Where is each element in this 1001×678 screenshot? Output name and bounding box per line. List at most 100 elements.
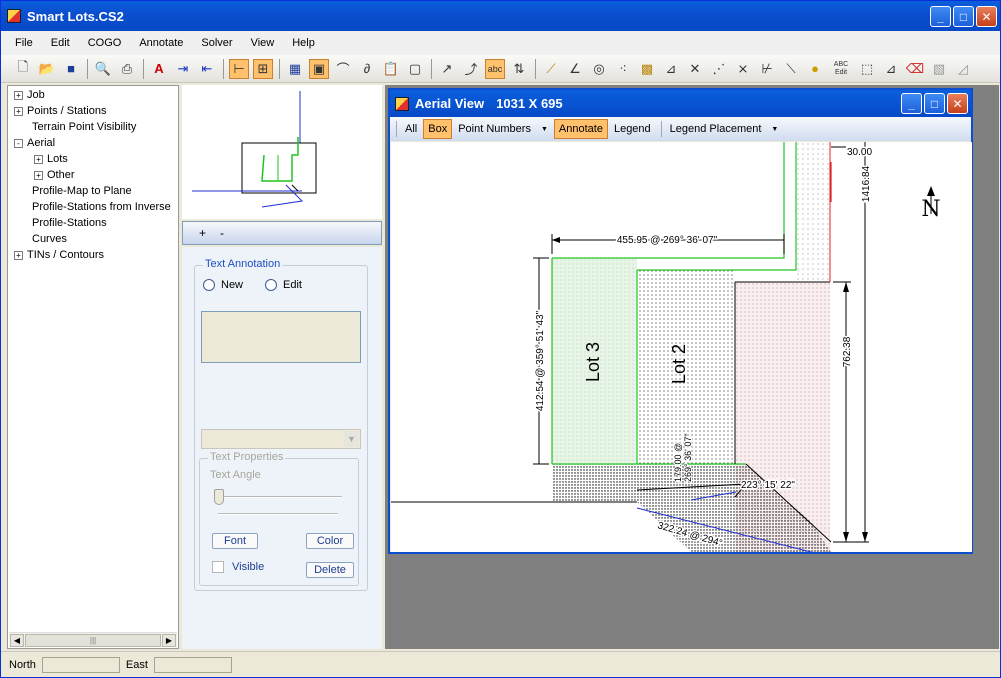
expand-icon[interactable]: + [34, 154, 43, 164]
print-icon[interactable]: ⎙ [117, 59, 137, 79]
north-arrow-icon[interactable]: ⇅ [509, 59, 529, 79]
save-icon[interactable]: ■ [61, 59, 81, 79]
tree-item-points[interactable]: + Points / Stations [14, 105, 107, 117]
dots-icon[interactable]: ⁖ [613, 59, 633, 79]
font-button[interactable]: Font [212, 533, 258, 549]
scroll-thumb[interactable]: ||| [25, 634, 161, 647]
new-radio[interactable]: New [203, 279, 243, 291]
plus-button[interactable]: + [199, 226, 206, 240]
menu-view[interactable]: View [251, 37, 275, 49]
line-icon[interactable]: ↗ [437, 59, 457, 79]
delete-button[interactable]: Delete [306, 562, 354, 578]
new-file-icon[interactable]: 🗋 [13, 59, 33, 79]
open-folder-icon[interactable]: 📂 [37, 59, 57, 79]
tree-item-label: Terrain Point Visibility [32, 121, 137, 133]
point-numbers-dropdown-icon[interactable]: ▼ [537, 123, 552, 136]
box-button[interactable]: Box [423, 119, 453, 139]
minus-button[interactable]: - [220, 226, 224, 240]
legend-button[interactable]: Legend [610, 120, 655, 138]
arrow-left-icon[interactable]: ⇤ [197, 59, 217, 79]
tree-item-lots[interactable]: + Lots [34, 153, 68, 165]
tree-item-job[interactable]: + Job [14, 89, 45, 101]
chevron-down-icon[interactable]: ▼ [344, 431, 359, 447]
cross-icon[interactable]: ✕ [685, 59, 705, 79]
text-style-icon[interactable]: A [149, 59, 169, 79]
arrow-right-icon[interactable]: ⇥ [173, 59, 193, 79]
tree-item-label: Points / Stations [27, 105, 107, 117]
east-status-label: East [125, 658, 148, 671]
menu-solver[interactable]: Solver [201, 37, 232, 49]
grid-icon[interactable]: ▩ [637, 59, 657, 79]
angle-icon[interactable]: ∠ [565, 59, 585, 79]
tree-item-curves[interactable]: Curves [32, 233, 67, 245]
sketch-icon[interactable]: ⊿ [881, 59, 901, 79]
hatch-icon[interactable]: ▧ [929, 59, 949, 79]
maximize-button[interactable]: □ [953, 6, 974, 27]
window-select-icon[interactable]: ▣ [309, 58, 329, 79]
tree-item-label: Other [47, 169, 75, 181]
print-preview-icon[interactable]: 🔍 [93, 59, 113, 79]
legend-placement-dropdown-icon[interactable]: ▼ [767, 123, 782, 136]
menu-file[interactable]: File [15, 37, 33, 49]
curve-line-icon[interactable]: ⤴ [461, 59, 481, 79]
curve-icon[interactable]: ⌒ [333, 59, 353, 79]
child-minimize-button[interactable]: _ [901, 93, 922, 114]
paste-icon[interactable]: 📋 [381, 59, 401, 79]
north-status-label: North [9, 658, 36, 671]
angle-slider-thumb[interactable] [214, 489, 224, 505]
target-icon[interactable]: ◎ [589, 59, 609, 79]
minimize-button[interactable]: _ [930, 6, 951, 27]
legend-placement-button[interactable]: Legend Placement [666, 120, 766, 138]
tree-item-other[interactable]: + Other [34, 169, 75, 181]
annotation-dropdown[interactable]: ▼ [201, 429, 361, 449]
visible-checkbox[interactable]: Visible [212, 561, 264, 573]
tree-item-aerial[interactable]: - Aerial [14, 137, 55, 149]
offset-icon[interactable]: ⋰ [709, 59, 729, 79]
abc-icon[interactable]: abc [485, 58, 505, 79]
ruler-icon[interactable]: ⟍ [781, 59, 801, 79]
point-icon[interactable]: ● [805, 59, 825, 79]
intersect-icon[interactable]: ⨯ [733, 59, 753, 79]
expand-icon[interactable]: + [14, 250, 23, 260]
frame-icon[interactable]: ▢ [405, 59, 425, 79]
expand-icon[interactable]: + [34, 170, 43, 180]
triangle-icon[interactable]: ◿ [953, 59, 973, 79]
polyline-icon[interactable]: ⊿ [661, 59, 681, 79]
tree-view-icon[interactable]: ⊢ [229, 58, 249, 79]
menu-edit[interactable]: Edit [51, 37, 70, 49]
expand-icon[interactable]: + [14, 90, 23, 100]
color-button[interactable]: Color [306, 533, 354, 549]
spiral-icon[interactable]: ∂ [357, 59, 377, 79]
menu-cogo[interactable]: COGO [88, 37, 122, 49]
expand-icon[interactable]: + [14, 106, 23, 116]
erase-icon[interactable]: ⌫ [905, 59, 925, 79]
bearing-icon[interactable]: ⊬ [757, 59, 777, 79]
tree-item-terrain[interactable]: Terrain Point Visibility [32, 121, 136, 133]
tree-horizontal-scrollbar[interactable]: ◀ ||| ▶ [9, 632, 177, 647]
overview-map[interactable] [182, 85, 382, 219]
scroll-right-icon[interactable]: ▶ [162, 634, 176, 647]
annotate-button[interactable]: Annotate [553, 119, 608, 139]
edit-radio[interactable]: Edit [265, 279, 302, 291]
abc-edit-icon[interactable]: ABC Edit [829, 59, 853, 79]
tree-item-profile-stations[interactable]: Profile-Stations [32, 217, 107, 229]
close-button[interactable]: ✕ [976, 6, 997, 27]
table-icon[interactable]: ▦ [285, 59, 305, 79]
tree-item-profile-map[interactable]: Profile-Map to Plane [32, 185, 132, 197]
aerial-canvas[interactable]: N Lot 3 Lot 2 455.95 @ 269° 36' 07" 412.… [391, 142, 972, 552]
extents-icon[interactable]: ⊞ [253, 58, 273, 79]
collapse-icon[interactable]: - [14, 138, 23, 148]
child-close-button[interactable]: ✕ [947, 93, 968, 114]
all-button[interactable]: All [401, 120, 421, 138]
tree-item-tins[interactable]: + TINs / Contours [14, 249, 104, 261]
new-radio-label: New [221, 279, 244, 291]
tree-item-profile-inverse[interactable]: Profile-Stations from Inverse [32, 201, 171, 213]
measure-icon[interactable]: ⟋ [541, 59, 561, 79]
menu-help[interactable]: Help [292, 37, 315, 49]
menu-annotate[interactable]: Annotate [139, 37, 183, 49]
point-numbers-button[interactable]: Point Numbers [454, 120, 535, 138]
child-maximize-button[interactable]: □ [924, 93, 945, 114]
annotation-text-input[interactable] [201, 311, 361, 363]
scroll-left-icon[interactable]: ◀ [10, 634, 24, 647]
zoom-window-icon[interactable]: ⬚ [857, 59, 877, 79]
